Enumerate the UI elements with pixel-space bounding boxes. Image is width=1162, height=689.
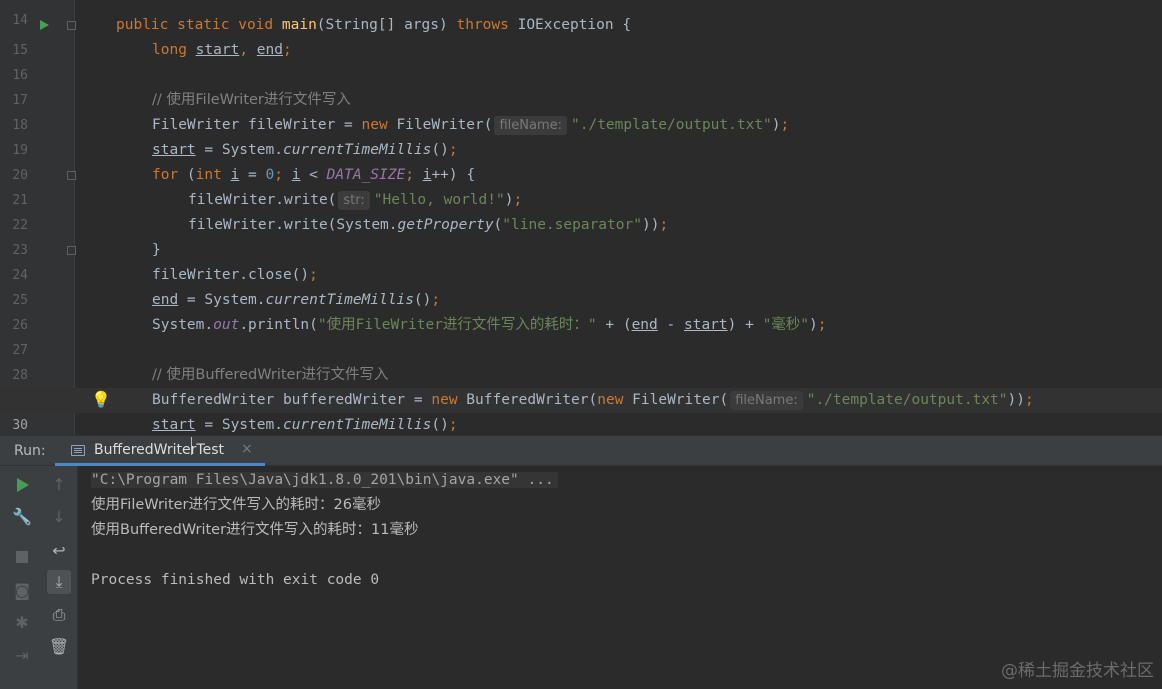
code-line-29[interactable]: 29 // 使用BufferedWriter进行文件写入: [0, 363, 1162, 408]
parameter-hint: fileName:: [494, 116, 567, 135]
code-line-25[interactable]: 25 fileWriter.close();: [0, 263, 1162, 308]
code-line-18[interactable]: 18 // 使用FileWriter进行文件写入: [0, 88, 1162, 133]
code-text: FileWriter fileWriter = new FileWriter(f…: [152, 116, 790, 135]
code-line-22[interactable]: 22 fileWriter.write(str: "Hello, world!")…: [0, 188, 1162, 233]
code-text: fileWriter.write(str: "Hello, world!");: [188, 191, 523, 210]
code-line-24[interactable]: 24 }: [0, 238, 1162, 283]
code-line-16[interactable]: 16 long start, end;: [0, 38, 1162, 83]
code-line-31[interactable]: 31 start = System.currentTimeMillis();: [0, 413, 1162, 435]
run-panel-label: Run:: [14, 443, 46, 459]
code-comment: // 使用FileWriter进行文件写入: [152, 92, 351, 108]
code-text: start = System.currentTimeMillis();: [152, 417, 458, 433]
arrow-down-icon[interactable]: ↓: [47, 505, 71, 529]
lightbulb-icon[interactable]: 💡: [91, 391, 111, 409]
fold-icon[interactable]: [67, 171, 76, 180]
console-output[interactable]: "C:\Program Files\Java\jdk1.8.0_201\bin\…: [79, 466, 1162, 689]
code-comment: // 使用BufferedWriter进行文件写入: [152, 367, 389, 383]
console-line: 使用FileWriter进行文件写入的耗时：26毫秒: [91, 497, 381, 513]
close-icon[interactable]: ×: [241, 441, 253, 457]
code-text: }: [152, 242, 161, 258]
code-line-20[interactable]: 20 start = System.currentTimeMillis();: [0, 138, 1162, 183]
camera-icon[interactable]: ◙: [10, 579, 34, 603]
run-tab[interactable]: BufferedWriterTest ×: [55, 436, 265, 466]
code-line-21[interactable]: 21 for (int i = 0; i < DATA_SIZE; i++) {: [0, 163, 1162, 208]
code-line-30[interactable]: 30 💡 BufferedWriter bufferedWriter = new…: [0, 388, 1162, 433]
watermark: @稀土掘金技术社区: [1001, 661, 1154, 681]
code-line-14[interactable]: 14: [0, 0, 1162, 28]
code-text: start = System.currentTimeMillis();: [152, 142, 458, 158]
code-line-17[interactable]: 17: [0, 63, 1162, 108]
stop-icon[interactable]: [10, 545, 34, 569]
run-panel-header: Run: BufferedWriterTest ×: [0, 435, 1162, 466]
soft-wrap-icon[interactable]: ↩: [47, 539, 71, 563]
trash-icon[interactable]: 🗑: [47, 635, 71, 659]
code-text: end = System.currentTimeMillis();: [152, 292, 441, 308]
code-text: System.out.println("使用FileWriter进行文件写入的耗…: [152, 317, 827, 333]
code-editor[interactable]: 14 15 public static void main(String[] a…: [0, 0, 1162, 435]
parameter-hint: fileName:: [730, 391, 803, 410]
code-text: BufferedWriter bufferedWriter = new Buff…: [152, 391, 1034, 410]
parameter-hint: str:: [338, 191, 370, 210]
console-tab-icon: [71, 445, 85, 456]
arrow-up-icon[interactable]: ↑: [47, 473, 71, 497]
text-caret: [191, 437, 192, 455]
fold-icon[interactable]: [67, 21, 76, 30]
console-line: Process finished with exit code 0: [91, 572, 380, 588]
fold-icon[interactable]: [67, 246, 76, 255]
code-line-28[interactable]: 28: [0, 338, 1162, 383]
run-icon[interactable]: [10, 473, 34, 497]
code-line-26[interactable]: 26 end = System.currentTimeMillis();: [0, 288, 1162, 333]
run-toolbar: 🔧 ◙ ✱ ⇥ ↑ ↓ ↩ ⤓ ⎙ 🗑: [0, 466, 78, 689]
scroll-to-end-icon[interactable]: ⤓: [47, 570, 71, 594]
code-line-23[interactable]: 23 fileWriter.write(System.getProperty("…: [0, 213, 1162, 258]
code-text: fileWriter.close();: [152, 267, 318, 283]
code-text: fileWriter.write(System.getProperty("lin…: [188, 217, 669, 233]
code-text: for (int i = 0; i < DATA_SIZE; i++) {: [152, 167, 476, 183]
run-tab-label: BufferedWriterTest: [94, 442, 224, 458]
console-line: "C:\Program Files\Java\jdk1.8.0_201\bin\…: [91, 468, 558, 493]
code-text: long start, end;: [152, 42, 292, 58]
console-line: 使用BufferedWriter进行文件写入的耗时：11毫秒: [91, 522, 419, 538]
run-gutter-icon[interactable]: [40, 20, 49, 30]
print-icon[interactable]: ⎙: [47, 603, 71, 627]
code-line-15[interactable]: 15 public static void main(String[] args…: [0, 13, 1162, 58]
code-text: public static void main(String[] args) t…: [116, 17, 632, 33]
wrench-icon[interactable]: 🔧: [10, 505, 34, 529]
code-line-19[interactable]: 19 FileWriter fileWriter = new FileWrite…: [0, 113, 1162, 158]
bug-icon[interactable]: ✱: [10, 611, 34, 635]
code-line-27[interactable]: 27 System.out.println("使用FileWriter进行文件写…: [0, 313, 1162, 358]
exit-icon[interactable]: ⇥: [10, 644, 34, 668]
